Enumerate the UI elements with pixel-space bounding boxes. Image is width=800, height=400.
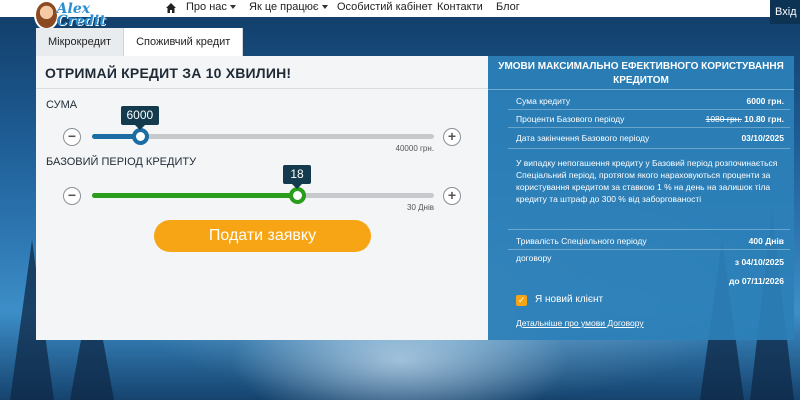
amount-increase-button[interactable]: + xyxy=(443,128,461,146)
chevron-down-icon xyxy=(229,5,236,10)
tab-consumer-credit[interactable]: Споживчий кредит xyxy=(124,28,244,56)
chevron-down-icon xyxy=(321,5,328,10)
terms-special-period-value: 400 Днів xyxy=(748,236,784,246)
amount-decrease-button[interactable]: − xyxy=(63,128,81,146)
nav-item-cabinet[interactable]: Особистий кабінет xyxy=(337,1,432,13)
period-value-tooltip: 18 xyxy=(283,165,311,189)
calculator-title: ОТРИМАЙ КРЕДИТ ЗА 10 ХВИЛИН! xyxy=(45,65,292,81)
site-logo[interactable]: Alex Credit xyxy=(34,0,126,30)
login-button[interactable]: Вхід xyxy=(770,0,800,24)
terms-interest-old-value: 1080 грн. xyxy=(705,114,742,124)
period-increase-button[interactable]: + xyxy=(443,187,461,205)
terms-interest-new-value: 10.80 грн. xyxy=(744,114,784,124)
terms-special-period-label: Тривалість Спеціального періоду xyxy=(516,236,647,246)
divider xyxy=(508,249,790,250)
credit-type-tabs: Мікрокредит Споживчий кредит xyxy=(36,28,244,56)
terms-interest-value: 1080 грн. 10.80 грн. xyxy=(706,114,784,124)
period-decrease-button[interactable]: − xyxy=(63,187,81,205)
nav-item-about[interactable]: Про нас xyxy=(186,1,236,13)
period-max-label: 30 Днів xyxy=(407,203,434,212)
logo-text: Alex Credit xyxy=(56,1,106,29)
new-client-label[interactable]: Я новий клієнт xyxy=(535,294,603,305)
period-slider-track[interactable]: 18 xyxy=(92,165,434,204)
credit-calculator: ОТРИМАЙ КРЕДИТ ЗА 10 ХВИЛИН! СУМА − 6000… xyxy=(36,56,488,340)
nav-item-contacts[interactable]: Контакти xyxy=(437,1,483,13)
period-label: БАЗОВИЙ ПЕРІОД КРЕДИТУ xyxy=(46,156,197,168)
amount-max-label: 40000 грн. xyxy=(395,144,434,153)
terms-end-date-label: Дата закінчення Базового періоду xyxy=(516,133,650,143)
terms-end-date-value: 03/10/2025 xyxy=(741,133,784,143)
amount-value-tooltip: 6000 xyxy=(120,106,160,130)
terms-contract-label: договору xyxy=(516,253,552,263)
terms-amount-value: 6000 грн. xyxy=(746,96,785,106)
divider xyxy=(508,229,790,230)
divider xyxy=(508,148,790,149)
divider xyxy=(36,88,488,89)
terms-contract-from: з 04/10/2025 xyxy=(734,257,784,267)
tab-microcredit[interactable]: Мікрокредит xyxy=(36,28,125,56)
submit-application-button[interactable]: Подати заявку xyxy=(154,220,371,252)
terms-special-period-notice: У випадку непогашення кредиту у Базовий … xyxy=(516,158,778,204)
credit-terms-panel: УМОВИ МАКСИМАЛЬНО ЕФЕКТИВНОГО КОРИСТУВАН… xyxy=(488,56,794,340)
terms-interest-label: Проценти Базового періоду xyxy=(516,114,625,124)
period-slider-fill xyxy=(92,193,297,198)
divider xyxy=(488,89,794,90)
contract-details-link[interactable]: Детальніше про умови Договору xyxy=(516,318,644,328)
terms-contract-to: до 07/11/2026 xyxy=(728,276,784,286)
new-client-checkbox[interactable]: ✓ xyxy=(516,295,527,306)
amount-label: СУМА xyxy=(46,99,78,111)
period-slider-handle[interactable] xyxy=(289,187,306,204)
home-icon[interactable] xyxy=(165,2,177,14)
divider xyxy=(508,127,790,128)
nav-item-how-it-works[interactable]: Як це працює xyxy=(249,1,328,13)
amount-slider-handle[interactable] xyxy=(132,128,149,145)
divider xyxy=(508,109,790,110)
terms-title: УМОВИ МАКСИМАЛЬНО ЕФЕКТИВНОГО КОРИСТУВАН… xyxy=(498,61,784,86)
nav-item-blog[interactable]: Блог xyxy=(496,1,520,13)
amount-slider-track[interactable]: 6000 xyxy=(92,106,434,145)
terms-amount-label: Сума кредиту xyxy=(516,96,571,106)
logo-avatar xyxy=(34,0,59,30)
